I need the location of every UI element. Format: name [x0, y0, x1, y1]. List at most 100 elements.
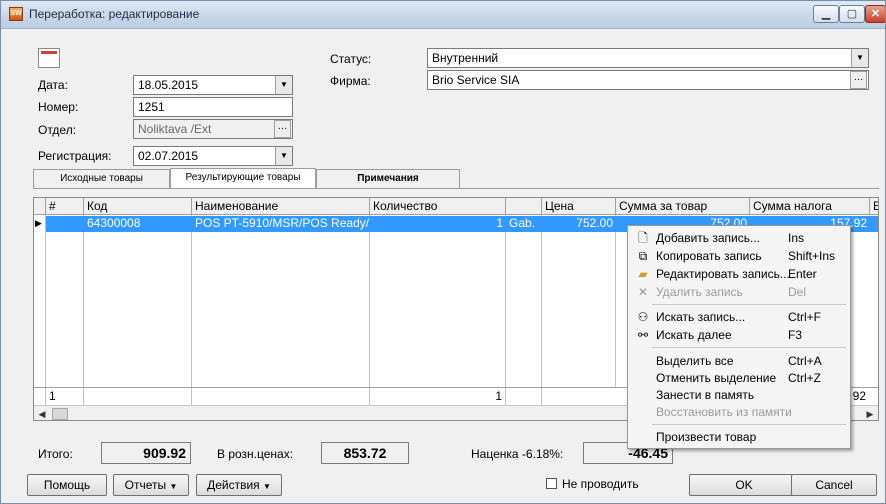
menu-item-copy[interactable]: ⧉ Копировать запись Shift+Ins [632, 247, 846, 265]
firm-field[interactable]: Brio Service SIA … [427, 70, 869, 90]
scroll-thumb[interactable] [52, 408, 68, 420]
reg-date-dropdown-button[interactable]: ▼ [275, 147, 292, 165]
grid-line [83, 215, 84, 405]
close-icon: ✕ [870, 8, 881, 20]
menu-item-shortcut: Ctrl+F [788, 310, 821, 324]
help-button[interactable]: Помощь [27, 474, 107, 496]
menu-item-edit[interactable]: ▰ Редактировать запись... Enter [632, 265, 846, 283]
date-field[interactable]: 18.05.2015 ▼ [133, 75, 293, 95]
binoculars-icon: ⚇ [637, 310, 649, 324]
menu-item-find-next[interactable]: ⚯ Искать далее F3 [632, 326, 846, 344]
column-header-qty[interactable]: Количество [370, 198, 506, 215]
scroll-left-icon[interactable]: ◀ [34, 406, 50, 420]
maximize-button[interactable]: ▢ [839, 5, 865, 23]
menu-item-shortcut: Shift+Ins [788, 249, 836, 263]
menu-item-find[interactable]: ⚇ Искать запись... Ctrl+F [632, 308, 846, 326]
new-document-icon[interactable] [38, 48, 60, 68]
number-input[interactable]: 1251 [133, 97, 293, 117]
date-value: 18.05.2015 [138, 78, 199, 92]
cell-name: POS PT-5910/MSR/POS Ready/ [195, 216, 370, 230]
menu-item-add[interactable]: 🗋 Добавить запись... Ins [632, 229, 846, 247]
column-header-price[interactable]: Цена [542, 198, 616, 215]
menu-item-store-memory[interactable]: Занести в память [632, 386, 846, 404]
menu-separator [652, 304, 846, 305]
grid-line [369, 388, 370, 406]
grid-line [541, 215, 542, 405]
app-icon: SW [9, 7, 23, 21]
context-menu: 🗋 Добавить запись... Ins ⧉ Копировать за… [627, 225, 851, 449]
scroll-right-icon[interactable]: ▶ [862, 406, 878, 420]
tab-notes[interactable]: Примечания [316, 169, 460, 188]
grid-line [45, 215, 46, 405]
menu-item-shortcut: Ins [788, 231, 805, 245]
menu-item-label: Искать запись... [656, 310, 746, 324]
menu-item-label: Добавить запись... [656, 231, 760, 245]
edit-window: SW Переработка: редактирование ▁ ▢ ✕ Дат… [0, 0, 886, 504]
chevron-down-icon: ▼ [280, 151, 288, 160]
menu-item-select-all[interactable]: Выделить все Ctrl+A [632, 352, 846, 370]
no-post-label[interactable]: Не проводить [562, 477, 639, 491]
firm-value: Brio Service SIA [432, 73, 520, 87]
menu-item-label: Копировать запись [656, 249, 762, 263]
grid-line [615, 215, 616, 405]
actions-button[interactable]: Действия ▼ [196, 474, 282, 496]
firm-label: Фирма: [330, 74, 371, 88]
menu-item-shortcut: Ctrl+Z [788, 371, 821, 385]
menu-item-label: Выделить все [656, 354, 734, 368]
ellipsis-icon: … [853, 72, 864, 83]
date-dropdown-button[interactable]: ▼ [275, 76, 292, 94]
current-row-indicator-icon: ▶ [35, 218, 42, 228]
status-label: Статус: [330, 52, 372, 66]
chevron-down-icon: ▼ [856, 53, 864, 62]
dept-browse-button[interactable]: … [274, 120, 291, 138]
menu-item-shortcut: Ctrl+A [788, 354, 822, 368]
menu-item-label: Редактировать запись... [656, 267, 790, 281]
total-value: 909.92 [101, 442, 191, 464]
close-button[interactable]: ✕ [865, 5, 885, 23]
date-label: Дата: [38, 78, 68, 92]
ok-button[interactable]: OK [689, 474, 799, 496]
menu-item-delete[interactable]: ✕ Удалить запись Del [632, 283, 846, 301]
status-dropdown-button[interactable]: ▼ [851, 49, 868, 67]
grid-line [505, 388, 506, 406]
tab-source-goods[interactable]: Исходные товары [33, 169, 170, 188]
markup-label: Наценка -6.18%: [471, 447, 564, 461]
menu-item-label: Отменить выделение [656, 371, 777, 385]
column-header-name[interactable]: Наименование [192, 198, 370, 215]
column-header-extra[interactable]: Е [870, 198, 878, 215]
menu-separator [652, 424, 846, 425]
minimize-button[interactable]: ▁ [813, 5, 839, 23]
menu-item-deselect[interactable]: Отменить выделение Ctrl+Z [632, 369, 846, 387]
no-post-checkbox[interactable] [546, 478, 557, 489]
menu-item-label: Произвести товар [656, 430, 757, 444]
menu-item-restore-memory[interactable]: Восстановить из памяти [632, 403, 846, 421]
column-header-code[interactable]: Код [84, 198, 192, 215]
title-bar[interactable]: SW Переработка: редактирование ▁ ▢ ✕ [1, 1, 885, 29]
menu-item-label: Восстановить из памяти [656, 405, 792, 419]
column-header-tax[interactable]: Сумма налога [750, 198, 870, 215]
column-header-num[interactable]: # [46, 198, 84, 215]
reg-date-field[interactable]: 02.07.2015 ▼ [133, 146, 293, 166]
menu-item-label: Занести в память [656, 388, 755, 402]
menu-item-shortcut: Enter [788, 267, 817, 281]
row-indicator-header [34, 198, 46, 215]
reports-button[interactable]: Отчеты ▼ [113, 474, 189, 496]
column-header-unit[interactable] [506, 198, 542, 215]
firm-browse-button[interactable]: … [850, 71, 867, 89]
menu-item-shortcut: F3 [788, 328, 803, 342]
tab-divider [33, 188, 879, 189]
status-select[interactable]: Внутренний ▼ [427, 48, 869, 68]
number-label: Номер: [38, 100, 79, 114]
dept-field[interactable]: Noliktava /Ext … [133, 119, 293, 139]
cancel-button[interactable]: Cancel [791, 474, 877, 496]
tab-result-goods[interactable]: Результирующие товары [170, 168, 316, 188]
menu-item-produce[interactable]: Произвести товар [632, 428, 846, 446]
column-header-sum[interactable]: Сумма за товар [616, 198, 750, 215]
cell-price: 752.00 [576, 216, 613, 230]
cell-code: 64300008 [87, 216, 141, 230]
footer-count: 1 [49, 389, 56, 403]
number-value: 1251 [138, 100, 165, 114]
retail-label: В розн.ценах: [217, 447, 294, 461]
actions-button-label: Действия [207, 478, 260, 492]
menu-separator [652, 347, 846, 348]
